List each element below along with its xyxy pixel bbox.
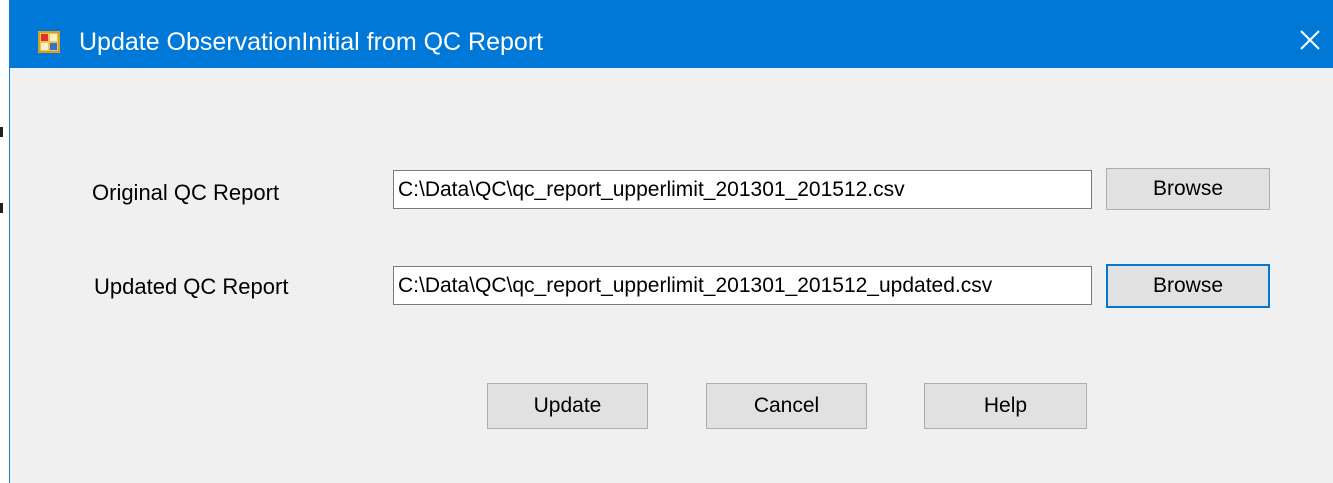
window-title: Update ObservationInitial from QC Report — [79, 28, 544, 56]
original-report-path-input[interactable] — [393, 170, 1092, 209]
cancel-button[interactable]: Cancel — [706, 383, 867, 429]
updated-report-browse-button[interactable]: Browse — [1106, 264, 1270, 308]
original-report-label: Original QC Report — [92, 180, 280, 205]
background-edge-mark — [0, 127, 3, 137]
background-edge-mark — [0, 203, 3, 213]
title-bar: Update ObservationInitial from QC Report — [10, 0, 1333, 68]
update-button[interactable]: Update — [487, 383, 648, 429]
updated-report-label: Updated QC Report — [94, 274, 289, 299]
original-report-browse-button[interactable]: Browse — [1106, 168, 1270, 210]
updated-report-path-input[interactable] — [393, 266, 1092, 305]
help-button[interactable]: Help — [924, 383, 1087, 429]
dialog-window: Update ObservationInitial from QC Report… — [9, 0, 1333, 483]
form-window-icon — [38, 31, 60, 53]
close-icon[interactable] — [1296, 26, 1324, 54]
